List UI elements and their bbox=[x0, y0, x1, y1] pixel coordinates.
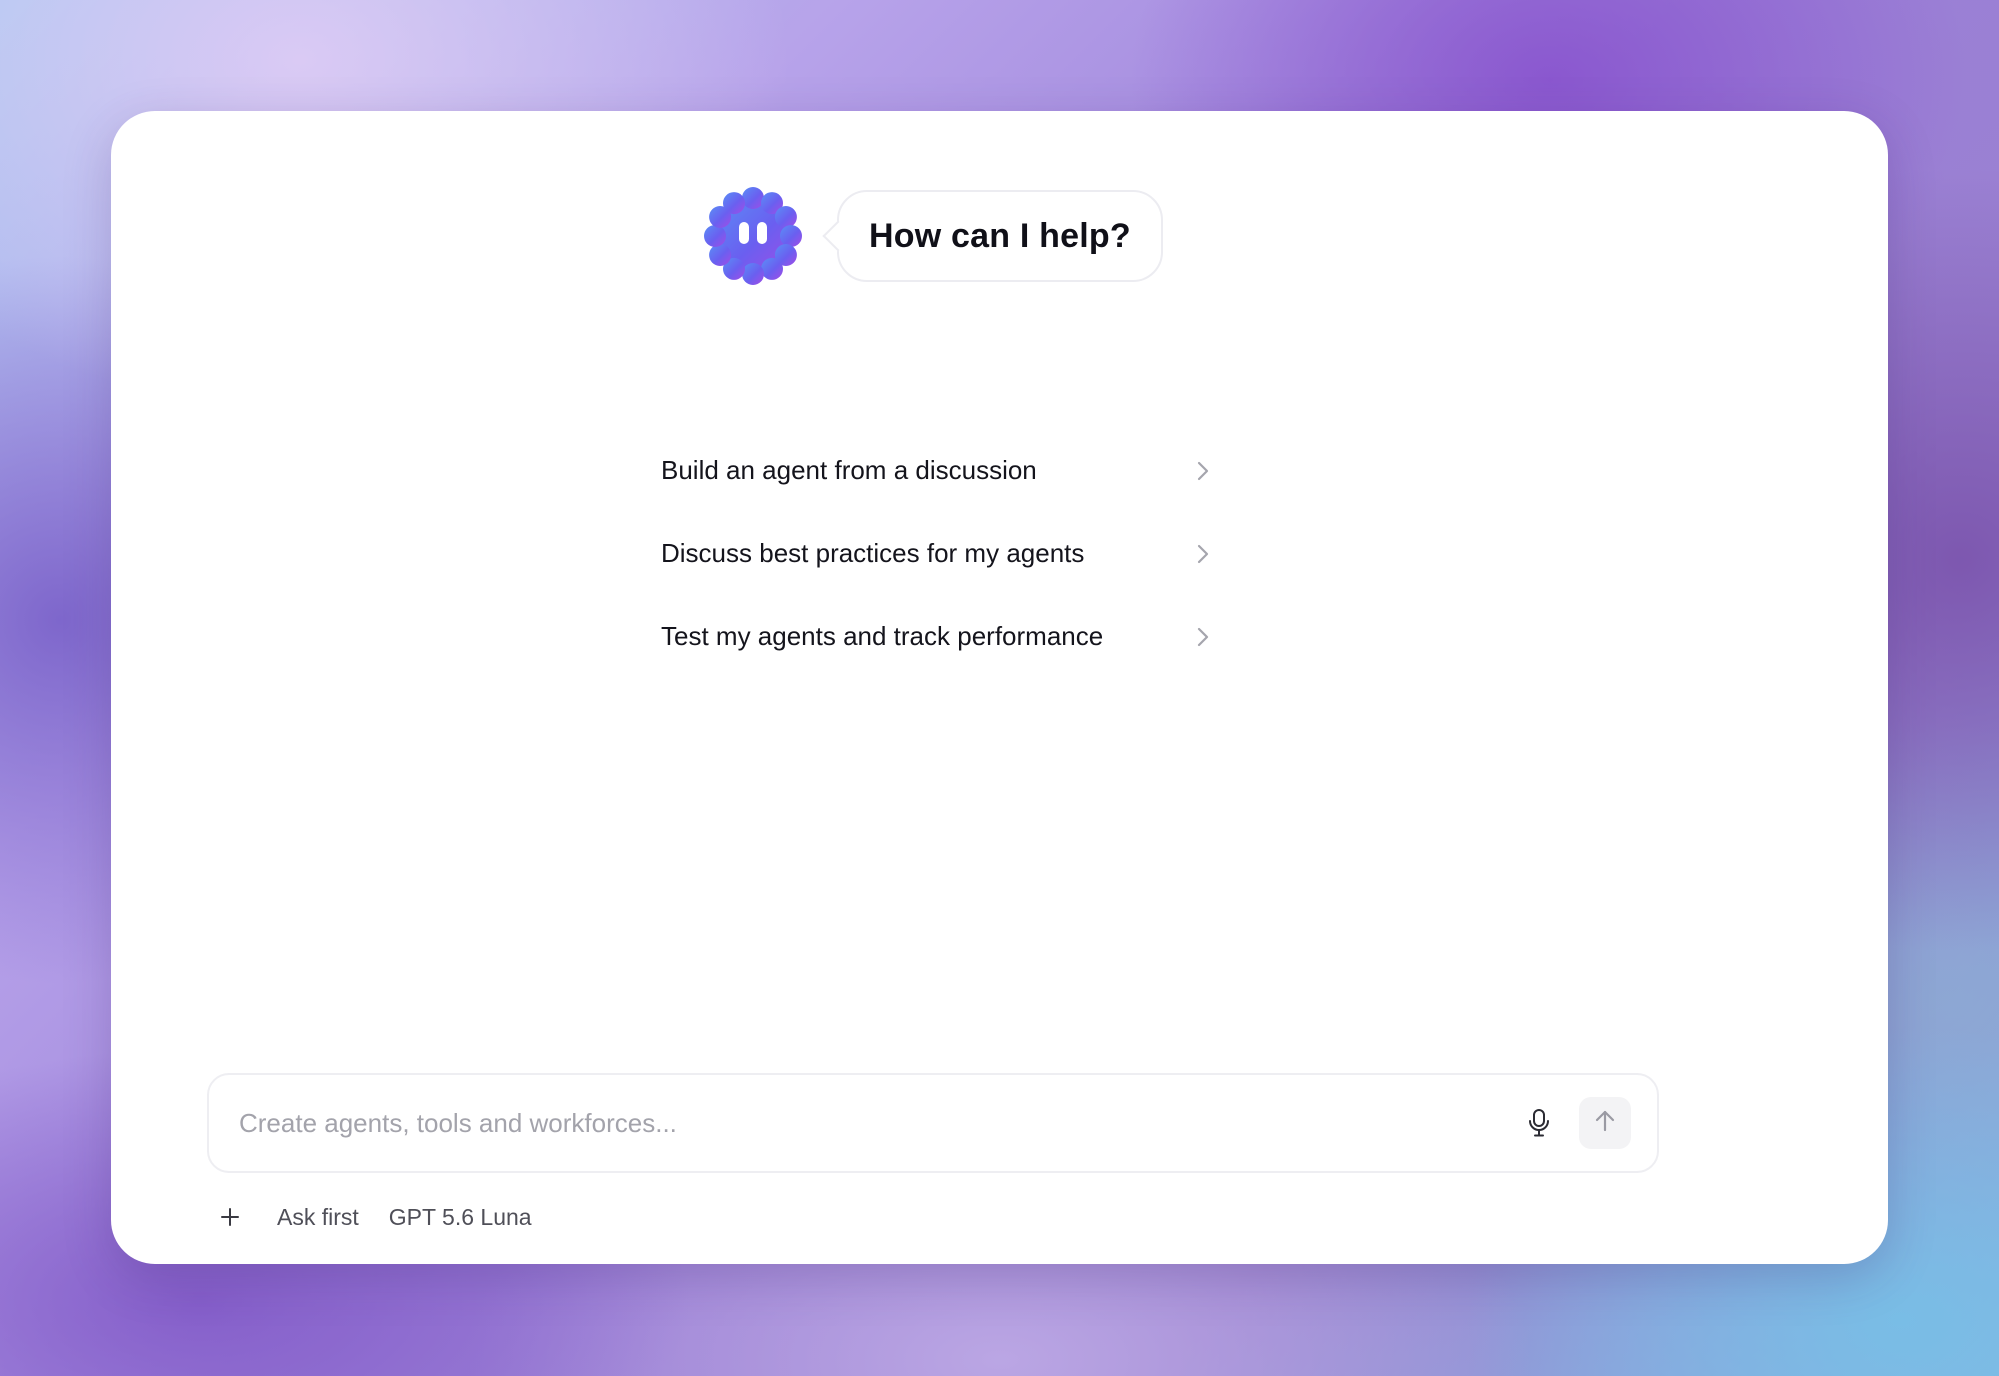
suggestion-test-agents[interactable]: Test my agents and track performance bbox=[661, 595, 1211, 678]
greeting-bubble: How can I help? bbox=[837, 190, 1163, 282]
suggestion-build-agent[interactable]: Build an agent from a discussion bbox=[661, 429, 1211, 512]
microphone-icon[interactable] bbox=[1519, 1103, 1559, 1143]
mode-selector[interactable]: Ask first bbox=[277, 1204, 359, 1231]
chevron-right-icon bbox=[1195, 459, 1211, 483]
send-button[interactable] bbox=[1579, 1097, 1631, 1149]
chevron-right-icon bbox=[1195, 625, 1211, 649]
prompt-composer bbox=[207, 1073, 1659, 1173]
suggestion-label: Build an agent from a discussion bbox=[661, 455, 1037, 485]
greeting: How can I help? bbox=[701, 181, 1163, 291]
plus-icon[interactable] bbox=[215, 1202, 245, 1232]
wavy-badge-face-icon bbox=[701, 184, 805, 288]
suggestion-label: Test my agents and track performance bbox=[661, 621, 1104, 651]
suggestion-best-practices[interactable]: Discuss best practices for my agents bbox=[661, 512, 1211, 595]
suggestion-list: Build an agent from a discussion Discuss… bbox=[661, 429, 1211, 678]
suggestion-label: Discuss best practices for my agents bbox=[661, 538, 1085, 568]
chevron-right-icon bbox=[1195, 542, 1211, 566]
model-selector[interactable]: GPT 5.6 Luna bbox=[389, 1204, 532, 1231]
arrow-up-icon bbox=[1594, 1109, 1616, 1138]
main-panel: How can I help? Build an agent from a di… bbox=[111, 111, 1888, 1264]
prompt-input[interactable] bbox=[239, 1075, 1479, 1171]
composer-footer: Ask first GPT 5.6 Luna bbox=[215, 1195, 532, 1239]
